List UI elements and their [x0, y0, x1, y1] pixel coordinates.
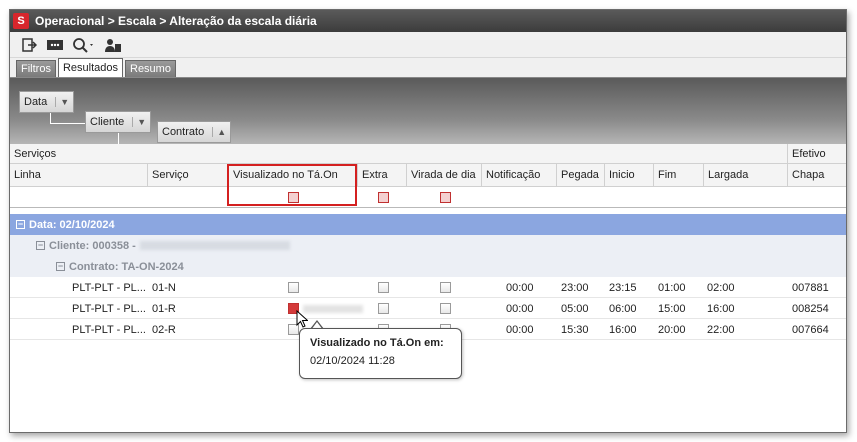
main-window: S Operacional > Escala > Alteração da es…	[9, 9, 847, 433]
filter-row	[10, 187, 846, 208]
tooltip-body: 02/10/2024 11:28	[310, 355, 395, 367]
export-icon[interactable]	[18, 35, 40, 55]
cell-largada: 02:00	[707, 281, 735, 294]
cell-chapa: 007881	[792, 281, 829, 294]
band-servicos: Serviços	[10, 144, 788, 163]
tab-resultados[interactable]: Resultados	[57, 58, 123, 77]
redacted-value	[303, 305, 363, 313]
window-title: Operacional > Escala > Alteração da esca…	[35, 14, 317, 28]
tab-strip: Filtros Resultados Resumo	[10, 58, 846, 78]
cell-servico: 02-R	[152, 323, 176, 336]
group-chip-data[interactable]: Data ▼	[19, 91, 75, 113]
col-linha[interactable]: Linha	[10, 164, 148, 186]
group-connector	[50, 113, 86, 124]
col-servico[interactable]: Serviço	[148, 164, 229, 186]
cell-inicio: 16:00	[609, 323, 637, 336]
col-notificacao[interactable]: Notificação	[482, 164, 557, 186]
cell-chapa: 007664	[792, 323, 829, 336]
toolbar	[10, 32, 846, 58]
col-pegada[interactable]: Pegada	[557, 164, 605, 186]
group-row-contrato[interactable]: − Contrato: TA-ON-2024	[10, 256, 846, 277]
cell-linha: PLT-PLT - PL...	[72, 302, 146, 315]
virada-checkbox[interactable]	[440, 282, 451, 293]
cell-pegada: 23:00	[561, 281, 589, 294]
sort-desc-icon: ▼	[132, 117, 146, 127]
cell-notificacao: 00:00	[506, 281, 534, 294]
cell-servico: 01-N	[152, 281, 176, 294]
col-largada[interactable]: Largada	[704, 164, 788, 186]
group-chip-label: Contrato	[162, 126, 205, 138]
cell-linha: PLT-PLT - PL...	[72, 323, 146, 336]
cell-fim: 20:00	[658, 323, 686, 336]
filter-visualizado-checkbox[interactable]	[288, 192, 299, 203]
search-icon[interactable]	[70, 35, 98, 55]
col-inicio[interactable]: Inicio	[605, 164, 654, 186]
band-header-row: Serviços Efetivo	[10, 144, 846, 164]
group-contrato-label: Contrato: TA-ON-2024	[69, 260, 184, 273]
cell-chapa: 008254	[792, 302, 829, 315]
mouse-pointer-icon	[296, 309, 309, 331]
collapse-icon[interactable]: −	[36, 241, 45, 250]
group-chip-contrato[interactable]: Contrato ▲	[157, 121, 232, 143]
cell-inicio: 06:00	[609, 302, 637, 315]
group-cliente-label: Cliente: 000358 -	[49, 239, 136, 252]
cell-pegada: 15:30	[561, 323, 589, 336]
users-icon[interactable]	[102, 35, 124, 55]
filter-virada-checkbox[interactable]	[440, 192, 451, 203]
cell-notificacao: 00:00	[506, 302, 534, 315]
group-data-label: Data: 02/10/2024	[29, 218, 115, 231]
collapse-icon[interactable]: −	[56, 262, 65, 271]
group-chip-label: Data	[24, 96, 48, 108]
sort-asc-icon: ▲	[212, 127, 226, 137]
col-virada[interactable]: Virada de dia	[407, 164, 482, 186]
group-by-panel: Data ▼ Cliente ▼ Contrato ▲	[10, 78, 846, 154]
virada-checkbox[interactable]	[440, 303, 451, 314]
table-row[interactable]: PLT-PLT - PL... 01-R 00:00 05:00 06:00 1…	[10, 298, 846, 319]
cell-fim: 15:00	[658, 302, 686, 315]
cell-fim: 01:00	[658, 281, 686, 294]
filter-extra-checkbox[interactable]	[378, 192, 389, 203]
cell-largada: 16:00	[707, 302, 735, 315]
cell-linha: PLT-PLT - PL...	[72, 281, 146, 294]
extra-checkbox[interactable]	[378, 282, 389, 293]
title-bar: S Operacional > Escala > Alteração da es…	[10, 10, 846, 32]
collapse-icon[interactable]: −	[16, 220, 25, 229]
group-chip-label: Cliente	[90, 116, 125, 128]
tab-filtros[interactable]: Filtros	[16, 60, 56, 77]
visualizado-checkbox[interactable]	[288, 282, 299, 293]
sort-desc-icon: ▼	[55, 97, 69, 107]
group-row-cliente[interactable]: − Cliente: 000358 -	[10, 235, 846, 256]
cell-servico: 01-R	[152, 302, 176, 315]
tab-resumo[interactable]: Resumo	[125, 60, 176, 77]
redacted-client-name	[139, 241, 290, 250]
col-visualizado[interactable]: Visualizado no Tá.On	[229, 164, 358, 186]
col-fim[interactable]: Fim	[654, 164, 704, 186]
group-row-data[interactable]: − Data: 02/10/2024	[10, 214, 846, 235]
cell-pegada: 05:00	[561, 302, 589, 315]
column-header-row: Linha Serviço Visualizado no Tá.On Extra…	[10, 164, 846, 187]
app-logo-icon: S	[13, 13, 29, 29]
cell-notificacao: 00:00	[506, 323, 534, 336]
band-efetivo: Efetivo	[792, 147, 826, 160]
col-extra[interactable]: Extra	[358, 164, 407, 186]
extra-checkbox[interactable]	[378, 303, 389, 314]
cell-largada: 22:00	[707, 323, 735, 336]
visualizado-tooltip: Visualizado no Tá.On em: 02/10/2024 11:2…	[299, 328, 462, 379]
message-icon[interactable]	[44, 35, 66, 55]
group-chip-cliente[interactable]: Cliente ▼	[85, 111, 152, 133]
table-row[interactable]: PLT-PLT - PL... 01-N 00:00 23:00 23:15 0…	[10, 277, 846, 298]
col-chapa[interactable]: Chapa	[788, 164, 846, 186]
tooltip-title: Visualizado no Tá.On em:	[310, 337, 444, 349]
cell-inicio: 23:15	[609, 281, 637, 294]
